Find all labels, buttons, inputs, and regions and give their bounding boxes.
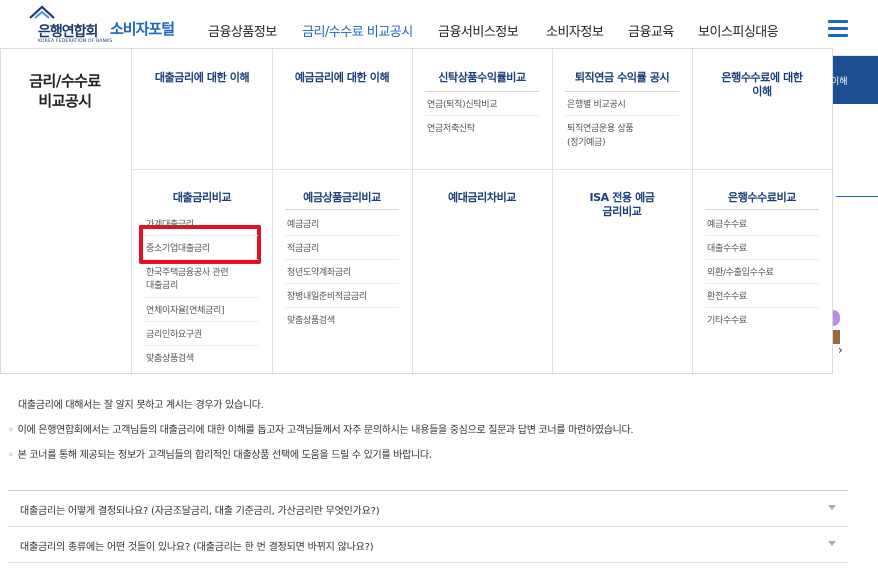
hamburger-menu-icon[interactable] (828, 20, 848, 38)
menu-item-loan-fee[interactable]: 대출수수료 (707, 243, 747, 255)
menu-item-custom-search[interactable]: 맞춤상품검색 (287, 315, 335, 327)
menu-trust-yield-compare[interactable]: 신탁상품수익률비교 (412, 71, 552, 85)
menu-item-household-loan[interactable]: 가계대출금리 (146, 219, 194, 231)
menu-item-youth-leap[interactable]: 청년도약계좌금리 (287, 267, 351, 279)
menu-item-pension-savings-trust[interactable]: 연금저축신탁 (427, 123, 475, 135)
chevron-down-icon[interactable] (828, 541, 836, 546)
faq-item[interactable]: 대출금리의 종류에는 어떤 것들이 있나요? (대출금리는 한 번 결정되면 바… (8, 527, 848, 563)
menu-retirement-pension-yield[interactable]: 퇴직연금 수익률 공시 (552, 71, 692, 85)
kfb-logo[interactable]: 은행연합회 KOREA FEDERATION OF BANKS (8, 4, 112, 48)
nav-rate-fee-disclosure[interactable]: 금리/수수료 비교공시 (302, 21, 413, 40)
page-banner-fragment: 이해 (831, 56, 878, 104)
menu-deposit-rate-understanding[interactable]: 예금금리에 대한 이해 (272, 71, 412, 85)
menu-item-bank-comparison[interactable]: 은행별 비교공시 (567, 99, 626, 111)
mega-menu-title: 금리/수수료 비교공시 (29, 72, 101, 110)
intro-bullet: ◦ 본 코너를 통해 제공되는 정보가 고객님들의 합리적인 대출상품 선택에 도… (8, 450, 432, 461)
menu-item-deposit-rate[interactable]: 예금금리 (287, 219, 319, 231)
menu-item-hf-loan[interactable]: 한국주택금융공사 관련 (146, 267, 229, 279)
faq-item[interactable]: 대출금리는 어떻게 결정되나요? (자금조달금리, 대출 기준금리, 가산금리란… (8, 491, 848, 527)
menu-item-retirement-product[interactable]: 퇴직연금운용 상품 (567, 123, 634, 135)
faq-question[interactable]: 대출금리의 종류에는 어떤 것들이 있나요? (대출금리는 한 번 결정되면 바… (20, 538, 374, 553)
menu-item-custom-search[interactable]: 맞춤상품검색 (146, 353, 194, 365)
menu-bank-fee-understanding[interactable]: 은행수수료에 대한 이해 (692, 71, 832, 99)
menu-item-savings-rate[interactable]: 적금금리 (287, 243, 319, 255)
menu-item-retirement-product-sub[interactable]: (정기예금) (567, 137, 606, 149)
nav-financial-education[interactable]: 금융교육 (628, 21, 674, 40)
menu-deposit-rate-compare[interactable]: 예금상품금리비교 (272, 191, 412, 205)
menu-item-other-fee[interactable]: 기타수수료 (707, 315, 747, 327)
menu-item-exchange-fee[interactable]: 환전수수료 (707, 291, 747, 303)
menu-item-deposit-fee[interactable]: 예금수수료 (707, 219, 747, 231)
chevron-right-icon[interactable]: › (838, 343, 843, 357)
intro-text-line: 대출금리에 대해서는 잘 알지 못하고 계시는 경우가 있습니다. (18, 400, 264, 411)
divider (132, 169, 834, 170)
menu-item-hf-loan-sub[interactable]: 대출금리 (146, 280, 178, 292)
menu-loan-rate-compare[interactable]: 대출금리비교 (132, 191, 272, 205)
nav-financial-products[interactable]: 금융상품정보 (208, 21, 277, 40)
nav-financial-services[interactable]: 금융서비스정보 (438, 21, 519, 40)
nav-voice-phishing[interactable]: 보이스피싱대응 (698, 21, 779, 40)
divider (272, 49, 273, 375)
faq-question[interactable]: 대출금리는 어떻게 결정되나요? (자금조달금리, 대출 기준금리, 가산금리란… (20, 502, 380, 517)
mega-menu-dropdown: 금리/수수료 비교공시 대출금리에 대한 이해 예금금리에 대한 이해 신탁상품… (0, 48, 834, 375)
menu-item-rate-cut-request[interactable]: 금리인하요구권 (146, 329, 202, 341)
menu-bank-fee-compare[interactable]: 은행수수료비교 (692, 191, 832, 205)
menu-item-overdue-rate[interactable]: 연체이자율[연체금리] (146, 305, 225, 317)
menu-isa-deposit-compare[interactable]: ISA 전용 예금 금리비교 (552, 191, 692, 219)
nav-consumer-info[interactable]: 소비자정보 (546, 21, 604, 40)
logo-mark-icon (29, 5, 55, 19)
menu-item-fx-fee[interactable]: 외환/수출입수수료 (707, 267, 774, 279)
divider (412, 49, 413, 375)
menu-loan-rate-understanding[interactable]: 대출금리에 대한 이해 (132, 71, 272, 85)
menu-item-sme-loan[interactable]: 중소기업대출금리 (146, 243, 210, 255)
chevron-down-icon[interactable] (828, 505, 836, 510)
menu-item-pension-trust[interactable]: 연금(퇴직)신탁비교 (427, 99, 498, 111)
divider (836, 196, 878, 197)
menu-item-soldier-savings[interactable]: 장병내일준비적금금리 (287, 291, 367, 303)
divider (131, 49, 132, 375)
decor-shape (833, 310, 840, 326)
logo-text: 은행연합회 (38, 24, 98, 40)
intro-bullet: ◦ 이에 은행연합회에서는 고객님들의 대출금리에 대한 이해를 돕고자 고객님들… (8, 425, 634, 436)
decor-shape (833, 330, 840, 344)
consumer-portal-title[interactable]: 소비자포털 (110, 18, 175, 39)
menu-loan-deposit-spread[interactable]: 예대금리차비교 (412, 191, 552, 205)
logo-subtext: KOREA FEDERATION OF BANKS (38, 39, 113, 44)
